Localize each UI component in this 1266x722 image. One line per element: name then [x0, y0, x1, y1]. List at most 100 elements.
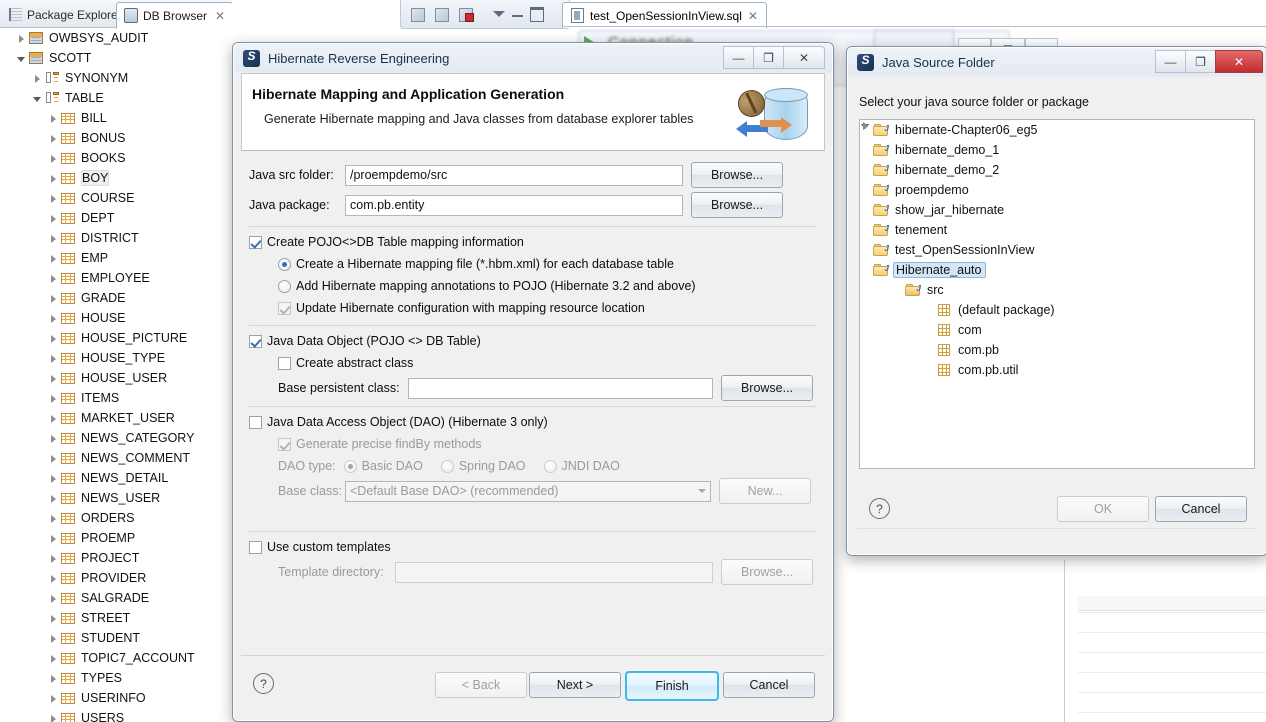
tree-item[interactable]: NEWS_DETAIL [0, 468, 222, 488]
view-toolbar[interactable] [400, 0, 570, 29]
tree-item[interactable]: MARKET_USER [0, 408, 222, 428]
chevron-right-icon[interactable] [48, 593, 59, 604]
chevron-right-icon[interactable] [48, 193, 59, 204]
minimize-icon[interactable]: — [1155, 50, 1186, 73]
tree-item[interactable]: OWBSYS_AUDIT [0, 28, 222, 48]
tree-item[interactable]: STUDENT [0, 628, 222, 648]
window-buttons[interactable]: — ❐ ✕ [1155, 50, 1263, 73]
chevron-right-icon[interactable] [48, 253, 59, 264]
tree-item[interactable]: DEPT [0, 208, 222, 228]
abstract-class-row[interactable]: Create abstract class [249, 352, 817, 374]
tree-item[interactable]: COURSE [0, 188, 222, 208]
tree-item[interactable]: NEWS_COMMENT [0, 448, 222, 468]
chevron-right-icon[interactable] [16, 33, 27, 44]
source-folder-tree[interactable]: Jhibernate-Chapter06_eg5 Jhibernate_demo_… [859, 119, 1255, 469]
annotations-radio[interactable] [278, 279, 291, 293]
hbm-file-radio[interactable] [278, 257, 291, 271]
tree-item[interactable]: BONUS [0, 128, 222, 148]
minimize-icon[interactable] [512, 12, 523, 17]
tree-item[interactable]: TYPES [0, 668, 222, 688]
tree-item[interactable]: STREET [0, 608, 222, 628]
tree-item[interactable]: HOUSE_TYPE [0, 348, 222, 368]
tree-item[interactable]: BOY [0, 168, 222, 188]
source-tree-item[interactable]: Jsrc [860, 280, 1254, 300]
chevron-right-icon[interactable] [48, 233, 59, 244]
source-tree-item[interactable]: Jshow_jar_hibernate [860, 200, 1254, 220]
source-tree-item[interactable]: Jproempdemo [860, 180, 1254, 200]
tree-item[interactable]: HOUSE_PICTURE [0, 328, 222, 348]
tree-item[interactable]: PROVIDER [0, 568, 222, 588]
tree-item[interactable]: USERS [0, 708, 222, 722]
chevron-right-icon[interactable] [48, 653, 59, 664]
chevron-right-icon[interactable] [48, 273, 59, 284]
chevron-right-icon[interactable] [48, 173, 59, 184]
tree-item[interactable]: EMPLOYEE [0, 268, 222, 288]
chevron-right-icon[interactable] [48, 553, 59, 564]
hbm-radio-row[interactable]: Create a Hibernate mapping file (*.hbm.x… [249, 253, 817, 275]
source-tree-item[interactable]: (default package) [860, 300, 1254, 320]
chevron-right-icon[interactable] [32, 73, 43, 84]
tree-item[interactable]: HOUSE_USER [0, 368, 222, 388]
tree-item[interactable]: ITEMS [0, 388, 222, 408]
custom-templates-checkbox[interactable] [249, 540, 262, 554]
chevron-right-icon[interactable] [48, 513, 59, 524]
source-tree-item[interactable]: Jtenement [860, 220, 1254, 240]
chevron-right-icon[interactable] [48, 333, 59, 344]
chevron-right-icon[interactable] [48, 353, 59, 364]
close-icon[interactable]: ✕ [783, 46, 825, 69]
database-tree[interactable]: OWBSYS_AUDIT SCOTT SYNONYM TABLE BILL BONUS BO… [0, 28, 222, 722]
close-icon[interactable]: ✕ [1215, 50, 1263, 73]
create-pojo-checkbox-row[interactable]: Create POJO<>DB Table mapping informatio… [249, 231, 817, 253]
java-data-object-row[interactable]: Java Data Object (POJO <> DB Table) [249, 330, 817, 352]
close-icon[interactable]: ✕ [215, 9, 225, 23]
chevron-right-icon[interactable] [48, 533, 59, 544]
annotations-radio-row[interactable]: Add Hibernate mapping annotations to POJ… [249, 275, 817, 297]
chevron-right-icon[interactable] [48, 113, 59, 124]
tree-item[interactable]: DISTRICT [0, 228, 222, 248]
package-browse-button[interactable]: Browse... [691, 192, 783, 218]
help-icon[interactable]: ? [253, 673, 274, 694]
source-tree-item[interactable]: Jhibernate_demo_2 [860, 160, 1254, 180]
package-input[interactable]: com.pb.entity [345, 194, 683, 216]
tree-item[interactable]: NEWS_CATEGORY [0, 428, 222, 448]
chevron-right-icon[interactable] [48, 133, 59, 144]
dao-row[interactable]: Java Data Access Object (DAO) (Hibernate… [249, 411, 817, 433]
chevron-down-icon[interactable] [32, 93, 43, 104]
chevron-right-icon[interactable] [48, 713, 59, 722]
tree-item[interactable]: ORDERS [0, 508, 222, 528]
tree-item[interactable]: EMP [0, 248, 222, 268]
create-pojo-checkbox[interactable] [249, 235, 262, 249]
minimize-icon[interactable]: — [723, 46, 754, 69]
src-folder-input[interactable]: /proempdemo/src [345, 164, 683, 186]
tree-item[interactable]: GRADE [0, 288, 222, 308]
tree-item[interactable]: TOPIC7_ACCOUNT [0, 648, 222, 668]
restore-icon[interactable]: ❐ [1185, 50, 1216, 73]
tree-item[interactable]: NEWS_USER [0, 488, 222, 508]
window-buttons[interactable]: — ❐ ✕ [723, 46, 825, 69]
chevron-right-icon[interactable] [48, 613, 59, 624]
export-icon[interactable] [433, 6, 450, 23]
chevron-right-icon[interactable] [48, 313, 59, 324]
source-tree-item[interactable]: Jhibernate-Chapter06_eg5 [860, 120, 1254, 140]
tree-item[interactable]: PROJECT [0, 548, 222, 568]
chevron-right-icon[interactable] [48, 153, 59, 164]
next-button[interactable]: Next > [529, 672, 621, 698]
refresh-connection-icon[interactable] [457, 6, 474, 23]
tree-item[interactable]: PROEMP [0, 528, 222, 548]
update-config-checkbox[interactable] [278, 301, 291, 315]
restore-icon[interactable]: ❐ [753, 46, 784, 69]
base-persistent-class-input[interactable] [408, 377, 713, 399]
finish-button[interactable]: Finish [625, 671, 719, 701]
help-icon[interactable]: ? [869, 498, 890, 519]
create-abstract-class-checkbox[interactable] [278, 356, 291, 370]
dao-checkbox[interactable] [249, 415, 262, 429]
source-tree-item[interactable]: com.pb [860, 340, 1254, 360]
chevron-right-icon[interactable] [48, 433, 59, 444]
chevron-right-icon[interactable] [48, 293, 59, 304]
tree-item[interactable]: HOUSE [0, 308, 222, 328]
update-config-row[interactable]: Update Hibernate configuration with mapp… [249, 297, 817, 319]
editor-tab-sql[interactable]: test_OpenSessionInView.sql ✕ [562, 2, 767, 28]
tree-item[interactable]: SYNONYM [0, 68, 222, 88]
tab-db-browser[interactable]: DB Browser ✕ [116, 2, 234, 29]
chevron-right-icon[interactable] [48, 413, 59, 424]
